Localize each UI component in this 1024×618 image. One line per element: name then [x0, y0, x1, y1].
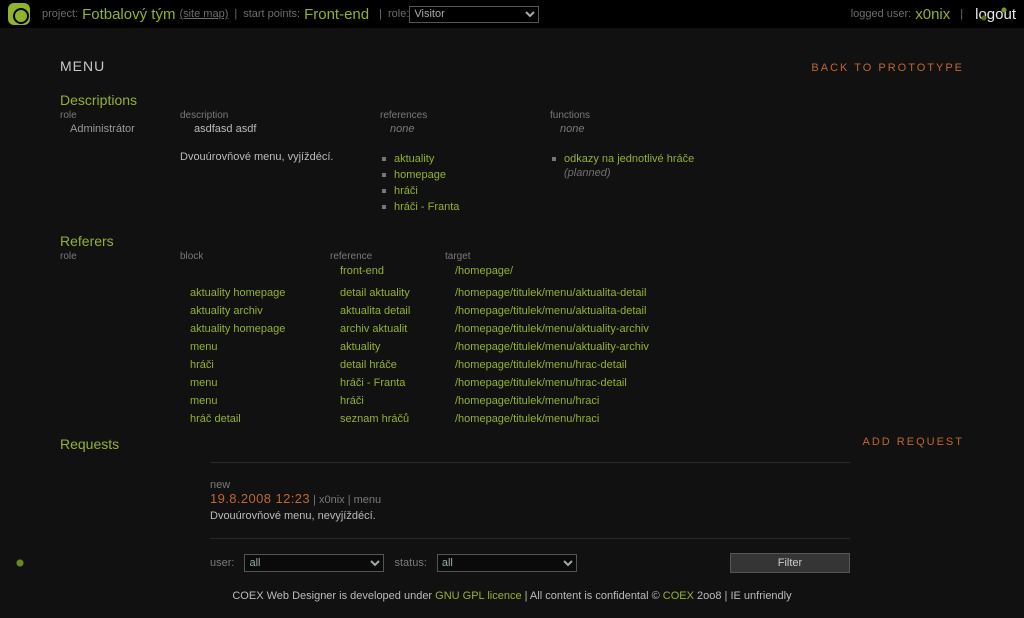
ref-reference[interactable]: detail aktuality — [330, 284, 435, 302]
ref-target[interactable]: /homepage/titulek/menu/hrac-detail — [445, 374, 875, 392]
role-select[interactable]: Visitor — [409, 6, 539, 23]
ref-col-reference: reference — [330, 251, 435, 262]
ref-reference[interactable]: hráči — [330, 392, 435, 410]
desc-functions-none: none — [550, 121, 850, 135]
ref-block[interactable]: menu — [180, 392, 320, 410]
ref-col-block: block — [180, 251, 320, 262]
filter-button[interactable]: Filter — [730, 553, 850, 573]
reference-link[interactable]: hráči - Franta — [394, 201, 459, 213]
referers-heading: Referers — [60, 233, 964, 249]
desc-references-list-cell: aktuality homepage hráči hráči - Franta — [380, 149, 540, 215]
back-to-prototype-link[interactable]: BACK TO PROTOTYPE — [811, 62, 964, 74]
ref-target[interactable]: /homepage/titulek/menu/hraci — [445, 410, 875, 428]
ref-col-target: target — [445, 251, 875, 262]
ornament-bottom-icon — [0, 548, 60, 578]
project-label: project: — [42, 8, 78, 20]
desc-references-none: none — [380, 121, 540, 135]
request-date: 19.8.2008 12:23 — [210, 491, 310, 506]
requests-filter: user: all status: all Filter — [210, 553, 850, 573]
ref-reference[interactable]: archiv aktualit — [330, 320, 435, 338]
desc-role-value: Administrátor — [60, 121, 170, 135]
separator: | — [379, 8, 382, 20]
ref-reference[interactable]: aktuality — [330, 338, 435, 356]
sitemap-link[interactable]: (site map) — [179, 8, 228, 20]
request-item: new 19.8.2008 12:23 | x0nix | menu Dvouú… — [210, 462, 850, 539]
filter-status-label: status: — [394, 557, 426, 569]
function-label: odkazy na jednotlivé hráče — [564, 153, 694, 165]
ref-block[interactable]: aktuality homepage — [180, 284, 320, 302]
ref-target[interactable]: /homepage/titulek/menu/aktuality-archiv — [445, 320, 875, 338]
coex-link[interactable]: COEX — [663, 590, 694, 602]
ref-reference[interactable]: hráči - Franta — [330, 374, 435, 392]
ref-target[interactable]: /homepage/ — [445, 262, 875, 280]
reference-link[interactable]: aktuality — [394, 153, 434, 165]
request-status: new — [210, 479, 850, 491]
requests-heading: Requests — [60, 436, 119, 452]
ref-block[interactable]: menu — [180, 374, 320, 392]
ref-reference[interactable]: aktualita detail — [330, 302, 435, 320]
ref-target[interactable]: /homepage/titulek/menu/aktuality-archiv — [445, 338, 875, 356]
ref-target[interactable]: /homepage/titulek/menu/aktualita-detail — [445, 284, 875, 302]
descriptions-heading: Descriptions — [60, 92, 964, 108]
request-user-link[interactable]: x0nix — [319, 494, 345, 506]
desc-text: asdfasd asdf — [180, 121, 370, 135]
ref-target[interactable]: /homepage/titulek/menu/hraci — [445, 392, 875, 410]
main-content: MENU BACK TO PROTOTYPE Descriptions role… — [0, 28, 1024, 573]
app-logo-icon[interactable] — [8, 3, 30, 25]
function-item: odkazy na jednotlivé hráče — [550, 151, 850, 167]
desc-functions-cell: odkazy na jednotlivé hráče (planned) — [550, 149, 850, 215]
startpoints-label: start points: — [243, 8, 300, 20]
startpoint-link[interactable]: Front-end — [304, 6, 369, 23]
desc-text-2: Dvouúrovňové menu, vyjíždécí. — [180, 149, 370, 215]
ref-block[interactable]: hráči — [180, 356, 320, 374]
ref-block[interactable]: aktuality archiv — [180, 302, 320, 320]
filter-user-label: user: — [210, 557, 234, 569]
col-description: description — [180, 110, 370, 121]
ref-col-role: role — [60, 251, 170, 262]
filter-user-select[interactable]: all — [244, 554, 384, 572]
desc-references-list: aktuality homepage hráči hráči - Franta — [380, 151, 540, 215]
add-request-link[interactable]: ADD REQUEST — [863, 436, 964, 448]
ref-block[interactable]: aktuality homepage — [180, 320, 320, 338]
ref-target[interactable]: /homepage/titulek/menu/hrac-detail — [445, 356, 875, 374]
ref-block[interactable]: menu — [180, 338, 320, 356]
function-status: (planned) — [550, 167, 850, 179]
ref-block[interactable]: hráč detail — [180, 410, 320, 428]
col-references: references — [380, 110, 540, 121]
topbar: project: Fotbalový tým (site map) | star… — [0, 0, 1024, 28]
ref-reference[interactable]: front-end — [330, 262, 435, 280]
footer: COEX Web Designer is developed under GNU… — [0, 590, 1024, 602]
ref-reference[interactable]: seznam hráčů — [330, 410, 435, 428]
gpl-licence-link[interactable]: GNU GPL licence — [435, 590, 521, 602]
page-title: MENU — [60, 58, 105, 74]
col-role: role — [60, 110, 170, 121]
referers-table: role block reference target front-end /h… — [60, 251, 964, 280]
request-text: Dvouúrovňové menu, nevyjíždécí. — [210, 510, 850, 522]
request-on-link[interactable]: menu — [354, 494, 382, 506]
ref-target[interactable]: /homepage/titulek/menu/aktualita-detail — [445, 302, 875, 320]
reference-link[interactable]: homepage — [394, 169, 446, 181]
role-label: role: — [388, 8, 409, 20]
separator: | — [234, 8, 237, 20]
reference-link[interactable]: hráči — [394, 185, 418, 197]
col-functions: functions — [550, 110, 850, 121]
descriptions-table: role description references functions Ad… — [60, 110, 964, 215]
project-link[interactable]: Fotbalový tým — [82, 6, 175, 23]
ref-reference[interactable]: detail hráče — [330, 356, 435, 374]
filter-status-select[interactable]: all — [437, 554, 577, 572]
